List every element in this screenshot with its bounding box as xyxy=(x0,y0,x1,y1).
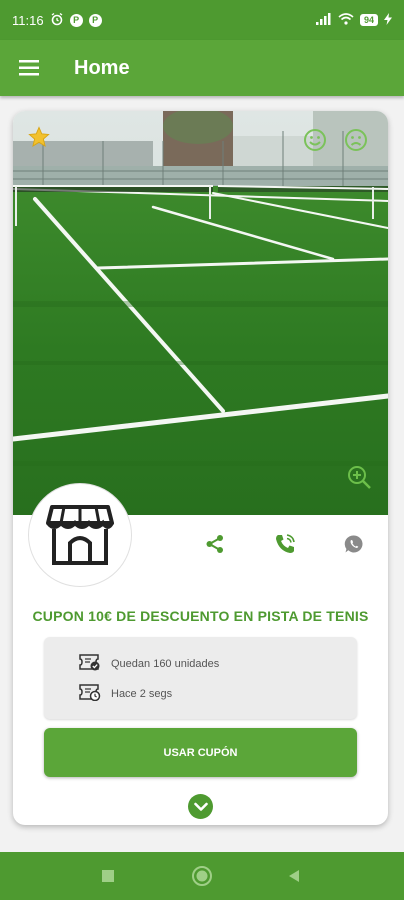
menu-icon[interactable] xyxy=(0,40,60,96)
time-ago: Hace 2 segs xyxy=(111,687,173,700)
back-triangle-icon[interactable] xyxy=(270,852,318,900)
phone-icon[interactable] xyxy=(270,529,300,559)
store-icon xyxy=(44,497,116,574)
app-bar: Home xyxy=(0,40,404,96)
share-icon[interactable] xyxy=(200,529,230,559)
wifi-icon xyxy=(338,12,354,28)
system-nav-bar xyxy=(0,852,404,900)
store-avatar[interactable] xyxy=(28,483,132,587)
smile-icon[interactable] xyxy=(302,127,328,153)
use-coupon-button[interactable]: USAR CUPÓN xyxy=(44,728,357,777)
charging-icon xyxy=(384,12,392,28)
whatsapp-icon[interactable] xyxy=(339,529,369,559)
coupon-info-box: Quedan 160 unidades Hace 2 segs xyxy=(44,637,357,719)
chevron-down-icon[interactable] xyxy=(188,794,213,819)
units-row: Quedan 160 unidades xyxy=(79,653,219,674)
zoom-in-icon[interactable] xyxy=(345,463,373,491)
time-row: Hace 2 segs xyxy=(79,683,172,704)
coupon-card: CUPON 10€ DE DESCUENTO EN PISTA DE TENIS… xyxy=(13,111,388,825)
home-circle-icon[interactable] xyxy=(178,852,226,900)
sad-icon[interactable] xyxy=(343,127,369,153)
star-icon[interactable] xyxy=(27,125,51,149)
status-bar: 11:16 P P 94 xyxy=(0,0,404,40)
p-badge-icon: P xyxy=(88,13,102,27)
units-remaining: Quedan 160 unidades xyxy=(111,657,220,670)
tennis-court-photo[interactable] xyxy=(13,111,388,515)
signal-icon xyxy=(315,12,332,28)
page-title: Home xyxy=(74,56,130,79)
coupon-title: CUPON 10€ DE DESCUENTO EN PISTA DE TENIS xyxy=(32,608,369,624)
battery-icon: 94 xyxy=(359,14,378,26)
recents-square-icon[interactable] xyxy=(84,852,132,900)
ticket-clock-icon xyxy=(79,683,101,704)
p-badge-icon: P xyxy=(69,13,83,27)
alarm-icon xyxy=(50,12,64,29)
ticket-check-icon xyxy=(79,653,101,674)
status-time: 11:16 xyxy=(12,12,44,28)
